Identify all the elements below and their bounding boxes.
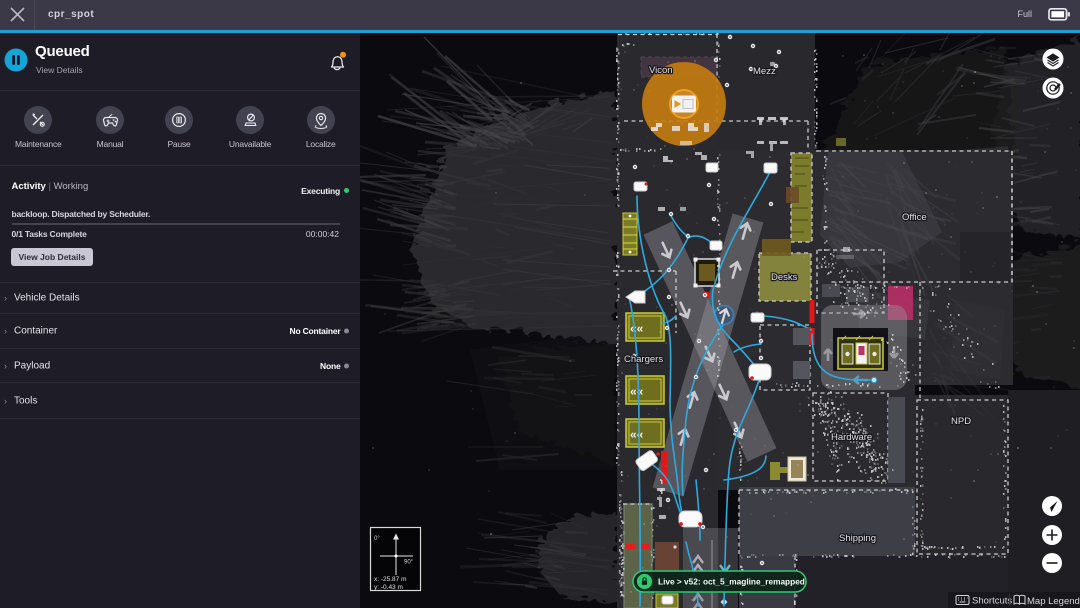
svg-text:0°: 0°	[374, 536, 380, 542]
svg-text:««: ««	[630, 385, 644, 399]
svg-text:Chargers: Chargers	[624, 354, 663, 365]
svg-text:Office: Office	[902, 212, 927, 223]
svg-text:Map Legend: Map Legend	[1027, 596, 1080, 607]
svg-text:NPD: NPD	[951, 416, 971, 427]
svg-text:Mezz: Mezz	[753, 66, 776, 77]
svg-text:Hardware: Hardware	[831, 432, 872, 443]
svg-text:y: -0.43 m: y: -0.43 m	[374, 584, 403, 591]
svg-text:90°: 90°	[404, 560, 414, 566]
svg-text:Desks: Desks	[771, 272, 798, 283]
svg-text:««: ««	[630, 322, 644, 336]
svg-text:««: ««	[630, 428, 644, 442]
svg-text:Vicon: Vicon	[649, 65, 673, 76]
svg-text:Live > v52: oct_5_magline_rema: Live > v52: oct_5_magline_remapped	[658, 577, 805, 587]
svg-text:x: -25.87 m: x: -25.87 m	[374, 576, 407, 583]
svg-text:Shortcuts: Shortcuts	[972, 596, 1012, 607]
svg-text:Shipping: Shipping	[839, 533, 876, 544]
